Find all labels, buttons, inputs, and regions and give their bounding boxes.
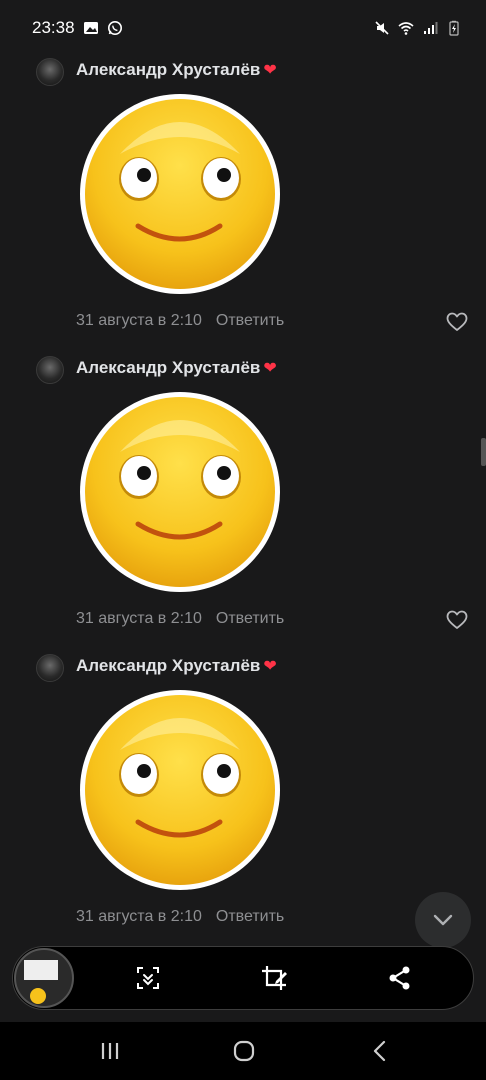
- heart-badge-icon: ❤: [263, 360, 277, 377]
- scroll-down-button[interactable]: [415, 892, 471, 948]
- chevron-down-icon: [433, 914, 453, 926]
- author-name-text: Александр Хрусталёв: [76, 60, 261, 79]
- thumbnail-smiley: [30, 988, 46, 1004]
- recent-apps-button[interactable]: [95, 1036, 125, 1066]
- author-name[interactable]: Александр Хрусталёв ❤: [76, 656, 277, 676]
- smiley-face-sticker: [80, 690, 280, 890]
- author-name-text: Александр Хрусталёв: [76, 358, 261, 377]
- author-name[interactable]: Александр Хрусталёв ❤: [76, 60, 277, 80]
- avatar[interactable]: [36, 58, 64, 86]
- crop-edit-icon: [262, 966, 287, 990]
- battery-charging-icon: [446, 20, 462, 36]
- reply-button[interactable]: Ответить: [216, 312, 284, 329]
- smiley-face-sticker: [80, 94, 280, 294]
- image-icon: [83, 20, 99, 36]
- status-right: [374, 20, 462, 36]
- whatsapp-icon: [107, 20, 123, 36]
- comment-meta: 31 августа в 2:10 Ответить: [76, 908, 284, 926]
- crop-edit-button[interactable]: [259, 963, 289, 993]
- thumbnail-page: [24, 960, 58, 980]
- status-left: 23:38: [32, 18, 123, 38]
- mute-icon: [374, 20, 390, 36]
- wifi-icon: [398, 20, 414, 36]
- author-name-text: Александр Хрусталёв: [76, 656, 261, 675]
- comment-meta: 31 августа в 2:10 Ответить: [76, 610, 284, 628]
- comment-item: Александр Хрусталёв ❤ 31 августа в 2:10 О: [0, 352, 486, 642]
- like-button[interactable]: [446, 312, 468, 332]
- home-button[interactable]: [229, 1036, 259, 1066]
- screenshot-thumbnail[interactable]: [14, 948, 74, 1008]
- home-icon: [233, 1040, 255, 1062]
- like-button[interactable]: [446, 610, 468, 630]
- reply-button[interactable]: Ответить: [216, 908, 284, 925]
- avatar[interactable]: [36, 356, 64, 384]
- recent-apps-icon: [101, 1043, 119, 1059]
- comment-meta: 31 августа в 2:10 Ответить: [76, 312, 284, 330]
- comment-date: 31 августа в 2:10: [76, 908, 202, 925]
- scroll-capture-icon: [137, 967, 159, 989]
- comment-feed[interactable]: Александр Хрусталёв ❤ 31 августа в 2:10 О: [0, 50, 486, 950]
- signal-icon: [422, 20, 438, 36]
- back-button[interactable]: [365, 1036, 395, 1066]
- heart-outline-icon: [446, 610, 468, 629]
- reply-button[interactable]: Ответить: [216, 610, 284, 627]
- comment-item: Александр Хрусталёв ❤ 31 августа в 2:10 О: [0, 54, 486, 344]
- scroll-capture-button[interactable]: [133, 963, 163, 993]
- heart-badge-icon: ❤: [263, 62, 277, 79]
- status-bar: 23:38: [0, 0, 486, 56]
- scrollbar-handle[interactable]: [481, 438, 486, 466]
- navigation-bar: [0, 1022, 486, 1080]
- screenshot-toolbar: [12, 946, 474, 1010]
- heart-badge-icon: ❤: [263, 658, 277, 675]
- comment-item: Александр Хрусталёв ❤ 31 августа в 2:10 О: [0, 650, 486, 940]
- back-icon: [373, 1040, 386, 1062]
- comment-date: 31 августа в 2:10: [76, 610, 202, 627]
- author-name[interactable]: Александр Хрусталёв ❤: [76, 358, 277, 378]
- status-time: 23:38: [32, 18, 75, 37]
- heart-outline-icon: [446, 312, 468, 331]
- share-button[interactable]: [385, 963, 415, 993]
- smiley-face-sticker: [80, 392, 280, 592]
- share-icon: [389, 966, 410, 990]
- avatar[interactable]: [36, 654, 64, 682]
- comment-date: 31 августа в 2:10: [76, 312, 202, 329]
